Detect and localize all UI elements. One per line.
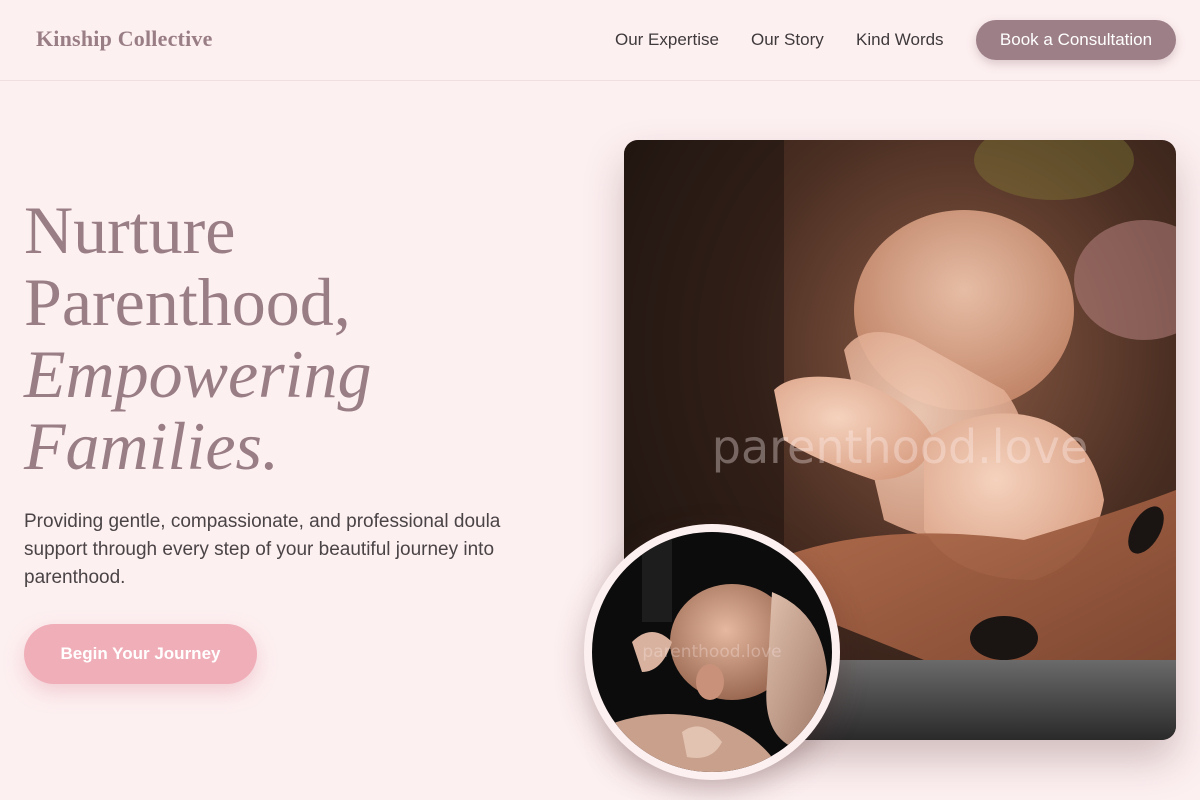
circle-photo-frame: parenthood.love: [592, 532, 832, 772]
nav-link-kind-words[interactable]: Kind Words: [856, 30, 944, 50]
hero-title-line-4: Families.: [24, 408, 279, 484]
top-nav: Kinship Collective Our Expertise Our Sto…: [0, 0, 1200, 81]
book-consultation-button[interactable]: Book a Consultation: [976, 20, 1176, 60]
hero-title-line-3: Empowering: [24, 336, 372, 412]
main-photo-watermark: parenthood.love: [711, 420, 1089, 474]
hero-circle-photo: parenthood.love: [584, 524, 840, 780]
begin-journey-button[interactable]: Begin Your Journey: [24, 624, 257, 684]
nav-link-our-expertise[interactable]: Our Expertise: [615, 30, 719, 50]
hero-title-line-1: Nurture: [24, 192, 236, 268]
brand-logo[interactable]: Kinship Collective: [36, 26, 213, 52]
hero-subtitle: Providing gentle, compassionate, and pro…: [24, 511, 501, 588]
nav-link-our-story[interactable]: Our Story: [751, 30, 824, 50]
hero-title-line-2: Parenthood,: [24, 264, 351, 340]
hero-title: Nurture Parenthood, Empowering Families.: [24, 194, 564, 482]
circle-photo-watermark: parenthood.love: [642, 642, 782, 662]
